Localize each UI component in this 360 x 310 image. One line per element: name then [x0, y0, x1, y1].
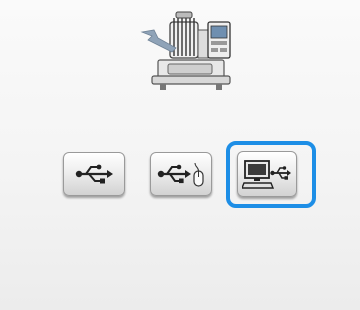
usb-mouse-button[interactable] — [150, 152, 212, 196]
computer-usb-icon — [242, 158, 292, 190]
computer-usb-button[interactable] — [237, 151, 297, 197]
usb-source-selection-screen — [0, 0, 360, 310]
embroidery-machine-icon — [140, 8, 240, 94]
usb-icon — [74, 163, 114, 185]
usb-media-button[interactable] — [63, 152, 125, 196]
usb-mouse-icon — [157, 160, 205, 188]
